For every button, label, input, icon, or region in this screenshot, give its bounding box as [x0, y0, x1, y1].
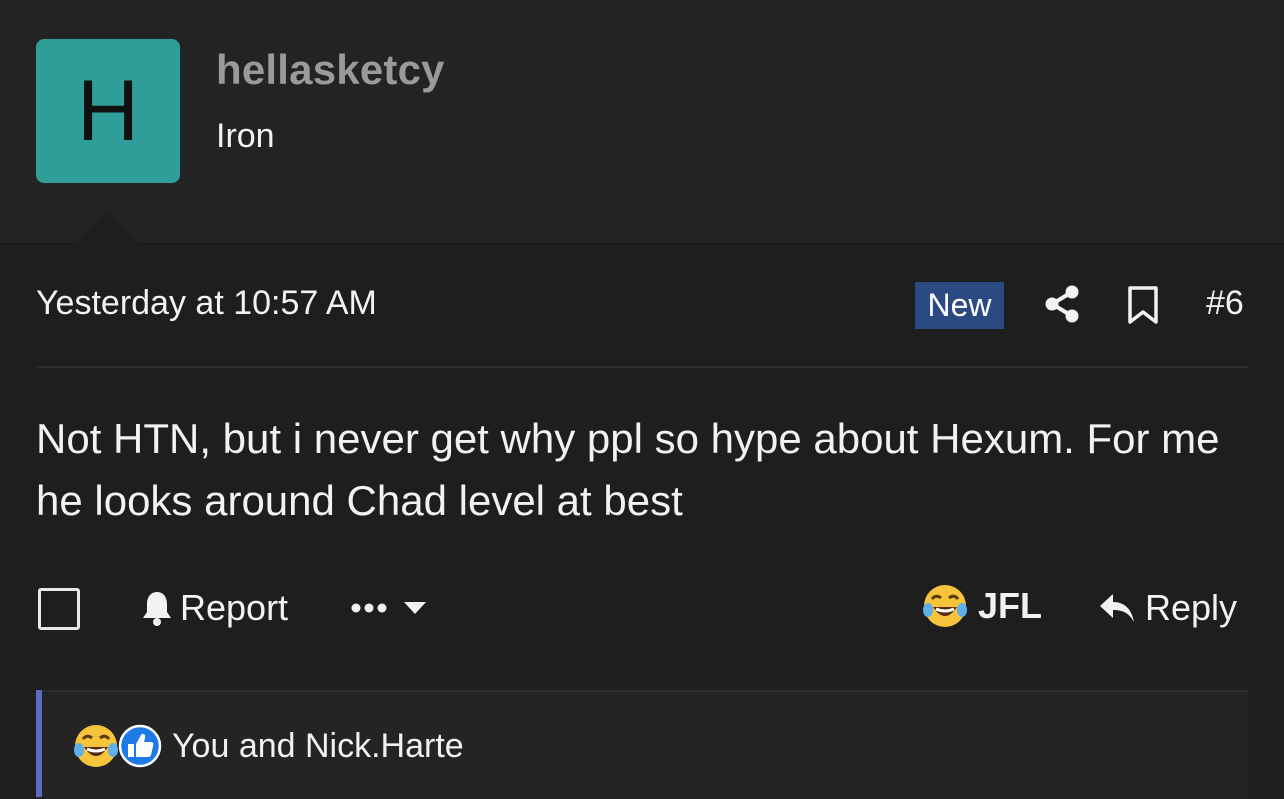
report-label: Report [180, 587, 289, 628]
jfl-label: JFL [978, 585, 1043, 626]
reply-arrow-icon [1100, 594, 1134, 622]
bookmark-icon[interactable] [1127, 285, 1159, 325]
post-timestamp[interactable]: Yesterday at 10:57 AM [36, 284, 377, 323]
header-notch [73, 212, 141, 245]
select-post-checkbox[interactable] [38, 588, 80, 630]
laughing-crying-emoji-icon [74, 725, 118, 767]
new-badge: New [915, 282, 1004, 329]
reaction-icons[interactable] [73, 723, 163, 769]
post-header [0, 0, 1284, 244]
avatar-letter: H [76, 62, 140, 159]
post-divider [36, 366, 1248, 368]
ellipsis-icon [351, 603, 387, 613]
user-title: Iron [216, 117, 275, 155]
report-button[interactable]: Report [140, 586, 288, 630]
avatar[interactable]: H [36, 39, 180, 183]
more-options-button[interactable] [350, 590, 428, 626]
post-number-link[interactable]: #6 [1206, 284, 1244, 323]
bell-icon [143, 592, 171, 626]
caret-down-icon [404, 602, 426, 614]
laughing-crying-emoji-icon [923, 585, 967, 627]
post-body: Not HTN, but i never get why ppl so hype… [36, 415, 1220, 524]
username-link[interactable]: hellasketcy [216, 46, 445, 94]
reactions-accent [36, 690, 42, 797]
jfl-reaction-button[interactable]: JFL [922, 583, 1042, 629]
reply-button[interactable]: Reply [1097, 586, 1237, 630]
reactions-summary[interactable]: You and Nick.Harte [172, 727, 464, 766]
thumbs-up-icon [118, 724, 162, 768]
header-divider [0, 243, 1284, 245]
share-icon[interactable] [1043, 284, 1081, 324]
reply-label: Reply [1145, 587, 1238, 628]
